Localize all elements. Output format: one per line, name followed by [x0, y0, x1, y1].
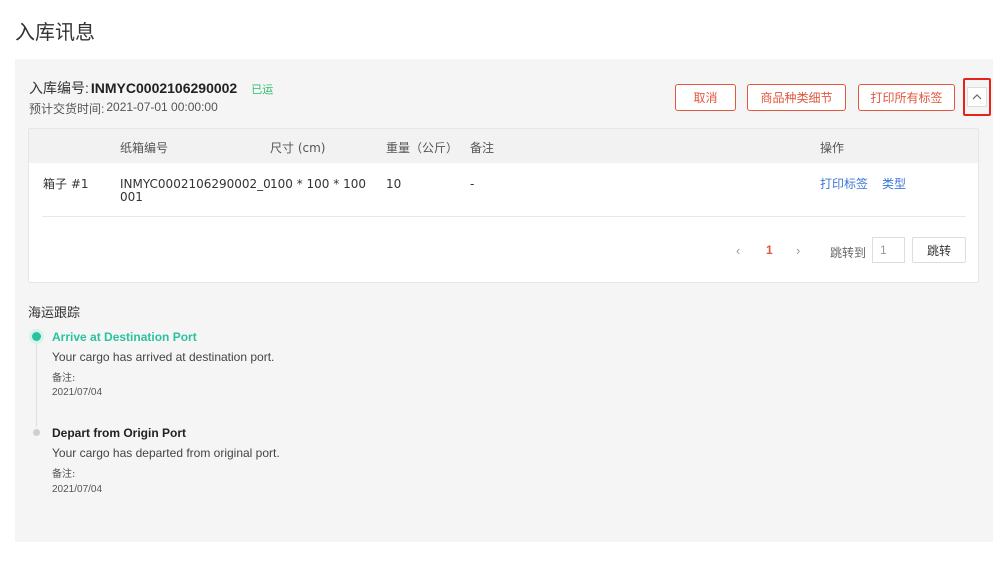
box-size: 100 * 100 * 100	[270, 177, 366, 191]
pager-next-button[interactable]: ›	[796, 243, 800, 258]
type-link[interactable]: 类型	[882, 178, 906, 191]
order-number: INMYC0002106290002	[90, 80, 238, 96]
row-divider	[42, 216, 966, 217]
jump-to-label: 跳转到	[830, 246, 867, 260]
product-details-button[interactable]: 商品种类细节	[747, 84, 846, 111]
cancel-button[interactable]: 取消	[675, 84, 736, 111]
page-title: 入库讯息	[15, 22, 95, 44]
event-description: Your cargo has departed from original po…	[52, 446, 280, 460]
collapse-toggle-highlight[interactable]	[963, 78, 991, 116]
status-badge: 已运	[251, 84, 274, 96]
jump-page-input[interactable]: 1	[872, 237, 905, 263]
pager-current-page[interactable]: 1	[766, 243, 773, 257]
header-carton-no: 纸箱编号	[120, 141, 169, 155]
collapse-button[interactable]	[967, 87, 987, 107]
event-date: 2021/07/04	[52, 387, 103, 398]
eta-line: 预计交货时间: 2021-07-01 00:00:00	[29, 100, 218, 117]
box-name: 箱子 #1	[43, 177, 89, 191]
timeline-dot-inactive	[33, 429, 40, 436]
header-remark: 备注	[470, 141, 495, 155]
table-header: 纸箱编号 尺寸 (cm) 重量（公斤） 备注 操作	[29, 129, 978, 163]
event-description: Your cargo has arrived at destination po…	[52, 350, 275, 364]
eta-label: 预计交货时间:	[29, 102, 105, 116]
carton-number-line2: 001	[120, 190, 143, 204]
event-title: Depart from Origin Port	[52, 426, 187, 440]
print-label-link[interactable]: 打印标签	[820, 178, 868, 191]
header-actions: 操作	[820, 141, 845, 155]
tracking-title: 海运跟踪	[28, 306, 81, 321]
order-header: 入库编号: INMYC0002106290002 已运	[29, 78, 273, 98]
carton-table-card: 纸箱编号 尺寸 (cm) 重量（公斤） 备注 操作 箱子 #1 INMYC000…	[28, 128, 979, 283]
box-weight: 10	[386, 177, 402, 191]
header-size: 尺寸 (cm)	[270, 141, 326, 155]
timeline-dot-active	[32, 332, 41, 341]
eta-value: 2021-07-01 00:00:00	[106, 100, 218, 114]
order-number-label: 入库编号:	[29, 80, 89, 96]
jump-button[interactable]: 跳转	[912, 237, 966, 263]
box-remark: -	[470, 177, 475, 191]
header-weight: 重量（公斤）	[386, 141, 459, 155]
event-note: 备注:	[52, 469, 76, 480]
jump-page-value: 1	[880, 243, 887, 257]
print-all-labels-button[interactable]: 打印所有标签	[858, 84, 955, 111]
pager-prev-button[interactable]: ‹	[736, 243, 740, 258]
timeline-line	[36, 342, 37, 427]
chevron-up-icon	[972, 94, 982, 100]
event-title: Arrive at Destination Port	[52, 330, 197, 344]
event-date: 2021/07/04	[52, 484, 103, 495]
event-note: 备注:	[52, 373, 76, 384]
inbound-panel: 入库编号: INMYC0002106290002 已运 预计交货时间: 2021…	[15, 59, 993, 542]
